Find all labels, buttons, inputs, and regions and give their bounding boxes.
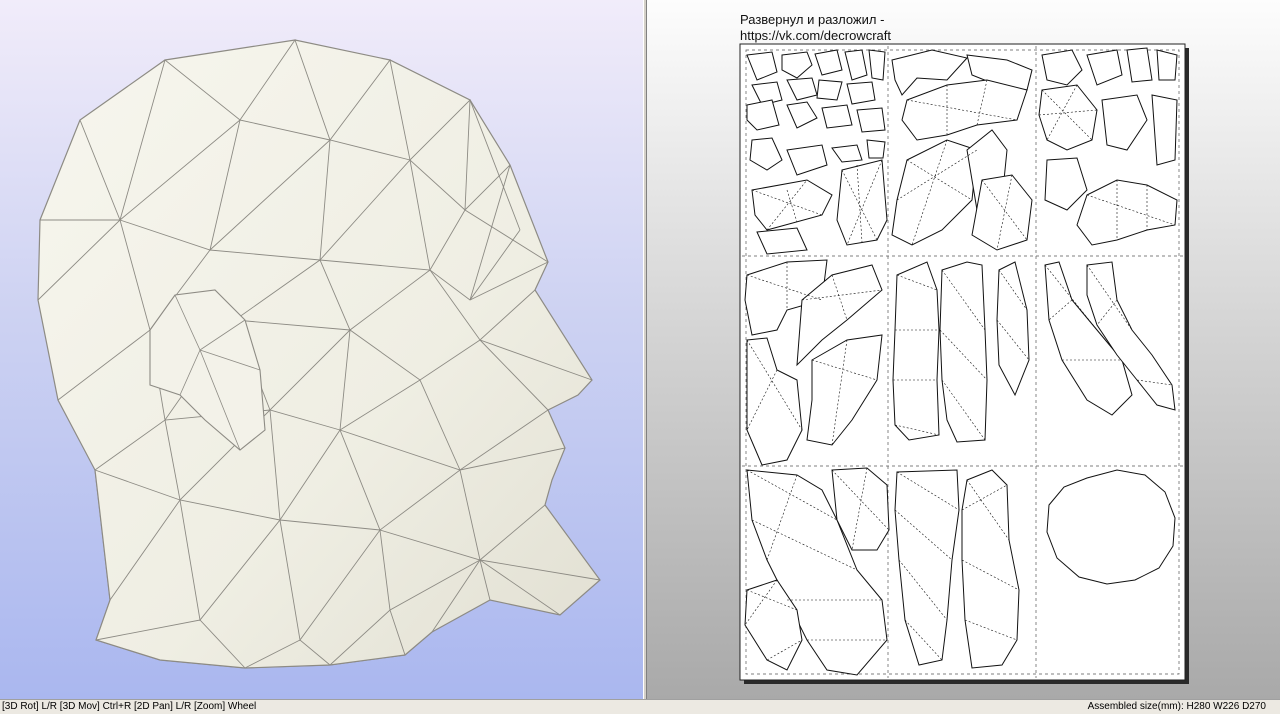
head-model bbox=[37, 39, 601, 669]
2d-unfold-pane[interactable]: Развернул и разложил - https://vk.com/de… bbox=[647, 0, 1280, 699]
assembled-size: Assembled size(mm): H280 W226 D270 bbox=[1087, 701, 1266, 712]
3d-view-pane[interactable] bbox=[0, 0, 643, 699]
unfold-sheet bbox=[739, 43, 1189, 684]
status-bar: [3D Rot] L/R [3D Mov] Ctrl+R [2D Pan] L/… bbox=[0, 699, 1280, 714]
head-mesh bbox=[37, 39, 601, 669]
controls-hint: [3D Rot] L/R [3D Mov] Ctrl+R [2D Pan] L/… bbox=[2, 701, 257, 712]
